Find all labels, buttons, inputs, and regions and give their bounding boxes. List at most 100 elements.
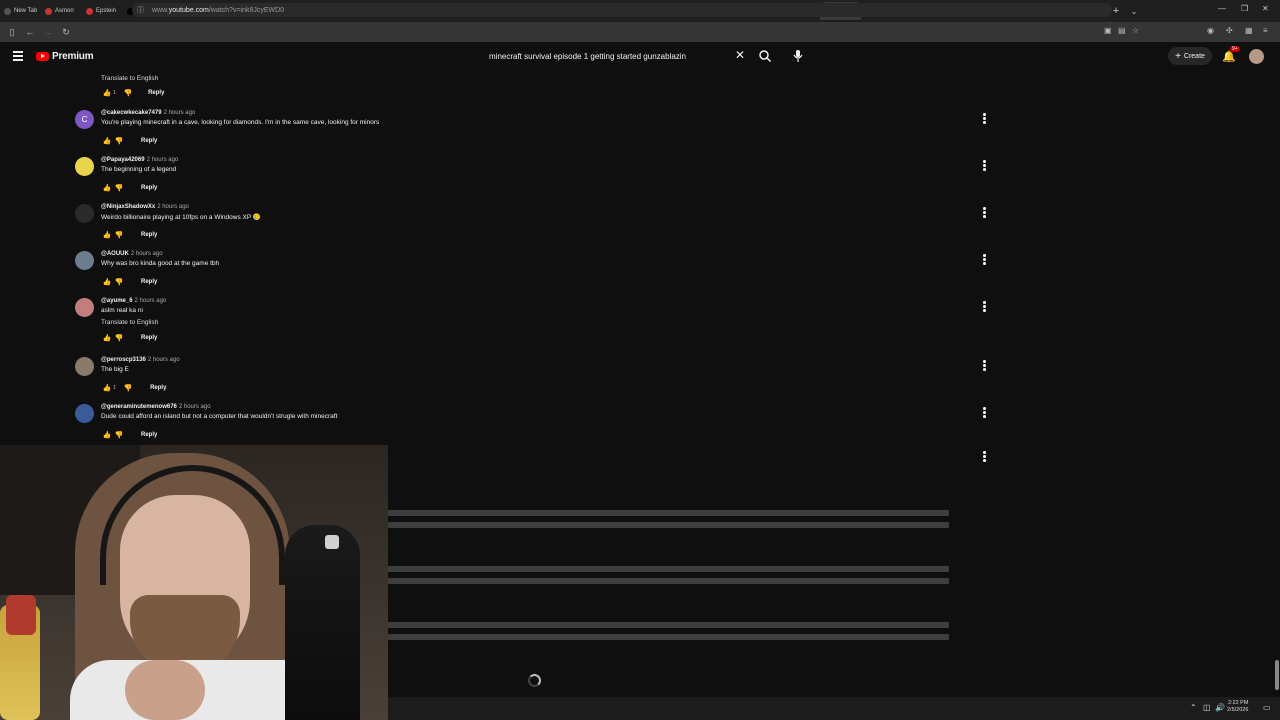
search-icon[interactable] [758, 49, 772, 63]
more-actions-icon[interactable] [983, 301, 987, 313]
like-icon[interactable]: 👍 [101, 231, 113, 239]
commenter-avatar[interactable] [75, 404, 94, 423]
like-icon[interactable]: 👍 [101, 137, 113, 145]
profile-icon[interactable]: ▦ [1245, 26, 1253, 35]
reply-button[interactable]: Reply [141, 432, 157, 438]
more-actions-icon[interactable] [983, 407, 987, 419]
like-icon[interactable]: 👍 [101, 431, 113, 439]
clock-date: 2/5/2026 [1227, 707, 1249, 713]
comment-timestamp[interactable]: 2 hours ago [179, 404, 211, 410]
comment-text: You're playing minecraft in a cave, look… [101, 119, 380, 126]
comment-timestamp[interactable]: 2 hours ago [164, 110, 196, 116]
system-clock[interactable]: 2:22 PM 2/5/2026 [1227, 700, 1248, 714]
reply-button[interactable]: Reply [141, 185, 157, 191]
tab-favicon-icon [4, 7, 11, 15]
url-field[interactable]: ⓘ www. youtube.com/watch?v=ink8JcyEWD0 [132, 3, 1112, 17]
commenter-avatar[interactable] [75, 157, 94, 176]
volume-icon[interactable]: 🔊 [1215, 703, 1225, 712]
comment-actions: 👍 👎 Reply [101, 230, 158, 240]
close-window-icon[interactable]: ✕ [1262, 4, 1269, 13]
comment-author[interactable]: @cakecwkecake7479 [101, 110, 162, 116]
commenter-avatar[interactable] [75, 357, 94, 376]
notification-badge: 9+ [1230, 46, 1240, 52]
comment-text: The beginning of a legend [101, 166, 177, 173]
maximize-icon[interactable]: ❐ [1241, 4, 1248, 13]
sidebar-toggle-icon[interactable]: ▯ [3, 27, 21, 38]
hamburger-menu-icon[interactable] [13, 51, 23, 61]
picture-in-picture-icon[interactable]: ▤ [1118, 26, 1126, 35]
commenter-avatar[interactable] [75, 251, 94, 270]
reload-icon[interactable]: ↻ [57, 27, 75, 38]
vpn-icon[interactable]: ◉ [1207, 26, 1214, 35]
bookmark-star-icon[interactable]: ☆ [1132, 26, 1139, 35]
clear-search-icon[interactable]: ✕ [735, 48, 745, 62]
reply-button[interactable]: Reply [150, 385, 166, 391]
dislike-icon[interactable]: 👎 [122, 89, 134, 97]
youtube-premium-logo[interactable]: Premium [36, 51, 94, 62]
comment-author[interactable]: @perroscp3136 [101, 357, 146, 363]
comment-timestamp[interactable]: 2 hours ago [157, 204, 189, 210]
dislike-icon[interactable]: 👎 [122, 384, 134, 392]
comment-timestamp[interactable]: 2 hours ago [131, 251, 163, 257]
more-actions-icon[interactable] [983, 451, 987, 463]
comment-author[interactable]: @ayume_6 [101, 298, 133, 304]
minimize-icon[interactable]: — [1218, 4, 1226, 13]
more-actions-icon[interactable] [983, 113, 987, 125]
notification-center-icon[interactable]: ▭ [1263, 703, 1271, 712]
extensions-icon[interactable]: ✣ [1226, 26, 1233, 35]
translate-link[interactable]: Translate to English [101, 319, 158, 326]
user-avatar[interactable] [1249, 49, 1264, 64]
network-icon[interactable]: ◫ [1203, 703, 1211, 712]
reply-button[interactable]: Reply [141, 138, 157, 144]
tab-icon[interactable]: ▣ [1104, 26, 1112, 35]
comment-timestamp[interactable]: 2 hours ago [135, 298, 167, 304]
skeleton-line [388, 510, 949, 516]
reply-button[interactable]: Reply [141, 232, 157, 238]
browser-tab[interactable]: Asmon [41, 2, 82, 20]
comment-author[interactable]: @Papaya42069 [101, 157, 145, 163]
dislike-icon[interactable]: 👎 [113, 231, 125, 239]
browser-tab[interactable]: Epstein [82, 2, 123, 20]
dislike-icon[interactable]: 👎 [113, 184, 125, 192]
comment-header: @perroscp3136 2 hours ago [101, 357, 180, 363]
dislike-icon[interactable]: 👎 [113, 137, 125, 145]
comment-author[interactable]: @generaminutemenow676 [101, 404, 177, 410]
logo-text: Premium [52, 51, 94, 62]
more-actions-icon[interactable] [983, 360, 987, 372]
translate-link[interactable]: Translate to English [101, 75, 158, 82]
like-icon[interactable]: 👍 [101, 184, 113, 192]
search-input[interactable]: minecraft survival episode 1 getting sta… [489, 52, 686, 61]
more-actions-icon[interactable] [983, 160, 987, 172]
commenter-avatar[interactable] [75, 298, 94, 317]
site-info-icon[interactable]: ⓘ [137, 5, 144, 15]
more-actions-icon[interactable] [983, 254, 987, 266]
reply-button[interactable]: Reply [148, 90, 164, 96]
create-button[interactable]: + Create [1168, 47, 1212, 65]
microphone-icon[interactable] [792, 49, 804, 63]
dislike-icon[interactable]: 👎 [113, 278, 125, 286]
comment-author[interactable]: @NinjaxShadowXx [101, 204, 155, 210]
comment-timestamp[interactable]: 2 hours ago [148, 357, 180, 363]
more-actions-icon[interactable] [983, 207, 987, 219]
back-icon[interactable]: ← [21, 27, 39, 37]
like-icon[interactable]: 👍 [101, 278, 113, 286]
reply-button[interactable]: Reply [141, 335, 157, 341]
tray-expand-icon[interactable]: ⌃ [1190, 703, 1197, 712]
browser-menu-icon[interactable]: ≡ [1263, 26, 1268, 35]
tab-list-chevron-icon[interactable]: ⌄ [1125, 2, 1143, 20]
comment-text: Weirdo billionaire playing at 10fps on a… [101, 214, 261, 221]
browser-tab[interactable]: New Tab [0, 2, 41, 20]
commenter-avatar[interactable] [75, 204, 94, 223]
youtube-logo-icon [36, 52, 49, 61]
like-icon[interactable]: 👍 [101, 384, 113, 392]
commenter-avatar[interactable]: C [75, 110, 94, 129]
forward-icon[interactable]: → [39, 27, 57, 37]
like-icon[interactable]: 👍 [101, 89, 113, 97]
dislike-icon[interactable]: 👎 [113, 334, 125, 342]
comment-timestamp[interactable]: 2 hours ago [147, 157, 179, 163]
dislike-icon[interactable]: 👎 [113, 431, 125, 439]
like-icon[interactable]: 👍 [101, 334, 113, 342]
reply-button[interactable]: Reply [141, 279, 157, 285]
comment-author[interactable]: @AOUUK [101, 251, 129, 257]
scrollbar[interactable] [1275, 660, 1279, 690]
